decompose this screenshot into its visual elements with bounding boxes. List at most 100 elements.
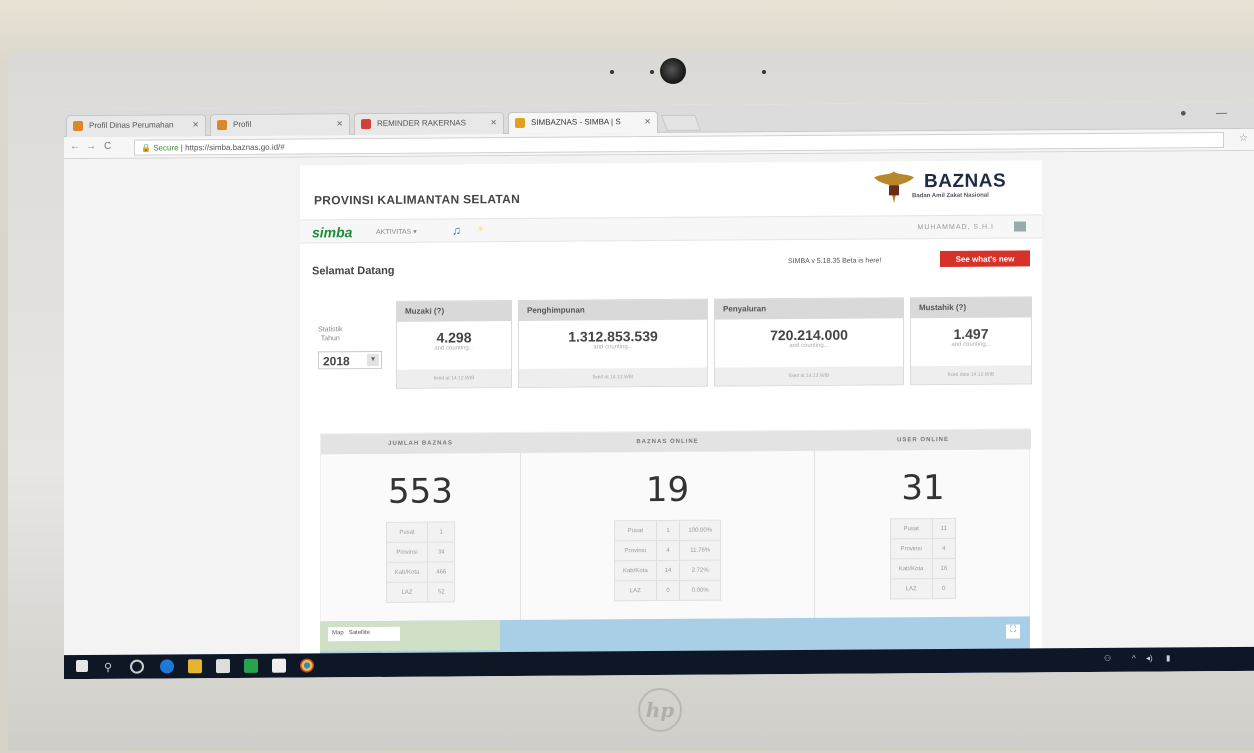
store-icon[interactable] (216, 658, 230, 674)
search-icon[interactable]: ⚲ (104, 661, 112, 674)
map-button[interactable]: Map (332, 630, 344, 636)
back-icon[interactable]: ← (70, 141, 80, 152)
fullscreen-icon[interactable]: ⛶ (1006, 624, 1020, 639)
url-text: https://simba.baznas.go.id/# (185, 142, 285, 153)
user-card-icon[interactable] (1014, 221, 1026, 232)
card-title: Mustahik (?) (911, 297, 1031, 319)
laptop-screen: Profil Dinas Perumahan ✕ Profil ✕ REMIND… (64, 100, 1254, 680)
music-note-icon[interactable]: ♫ (452, 223, 461, 237)
baznas-logo-text: BAZNAS (924, 170, 1007, 193)
volume-icon[interactable]: ◂) (1146, 654, 1153, 663)
table-row: LAZ 52 (386, 581, 455, 603)
webcam (660, 58, 686, 84)
secure-label: Secure (153, 143, 179, 153)
people-icon[interactable]: ⚇ (1104, 654, 1111, 663)
close-icon[interactable]: ✕ (644, 117, 651, 126)
tab-favicon-icon (217, 120, 227, 131)
profile-icon[interactable]: ● (1180, 107, 1187, 119)
lock-icon: 🔒 (141, 143, 151, 153)
map-type-toggle[interactable]: Map Satellite (328, 626, 400, 642)
chevron-down-icon[interactable]: ▾ (367, 353, 379, 367)
network-icon[interactable]: ▮ (1166, 653, 1170, 662)
stat-card-penyaluran: Penyaluran 720.214.000 and counting... f… (714, 297, 904, 387)
table-row: Provinsi 34 (386, 541, 455, 563)
browser-tab[interactable]: Profil ✕ (210, 113, 350, 137)
summary-jumlah-baznas: JUMLAH BAZNAS 553 Pusat 1 Provinsi 34 Kab/… (321, 432, 521, 625)
tab-label: Profil (233, 119, 252, 129)
beta-notice: SIMBA v 5.18.35 Beta is here! (788, 257, 882, 266)
summary-box: JUMLAH BAZNAS 553 Pusat 1 Provinsi 34 Kab/… (320, 428, 1031, 625)
card-title: Penyaluran (715, 298, 903, 320)
welcome-heading: Selamat Datang (312, 264, 395, 278)
summary-table: Pusat 1 100.00% Provinsi 4 11.76% Kab/Kota 14… (614, 520, 721, 602)
menu-bar: simba AKTIVITAS ▾ ♫ ☀ MUHAMMAD, S.H.I (300, 214, 1042, 244)
summary-value: 19 (645, 469, 690, 511)
stat-card-mustahik: Mustahik (?) 1.497 and counting... fixed… (910, 296, 1032, 386)
table-row: Pusat 11 (890, 518, 956, 539)
card-value: 4.298 (436, 329, 472, 346)
card-subtext: and counting... (789, 342, 829, 350)
stat-card-penghimpunan: Penghimpunan 1.312.853.539 and counting.… (518, 298, 708, 388)
windows-start-icon[interactable] (76, 659, 88, 673)
table-row: Pusat 1 100.00% (614, 520, 721, 541)
bookmark-star-icon[interactable]: ☆ (1239, 133, 1248, 144)
user-name[interactable]: MUHAMMAD, S.H.I (918, 224, 994, 232)
card-title: Penghimpunan (519, 299, 707, 321)
table-row: Provinsi 4 11.76% (614, 540, 721, 561)
chrome-icon[interactable] (300, 658, 314, 673)
table-row: LAZ 0 0.00% (614, 580, 721, 601)
card-footer: fixed date 14.12.WIB (911, 365, 1031, 385)
close-icon[interactable]: ✕ (336, 119, 343, 128)
tab-favicon-icon (73, 121, 83, 132)
card-footer: fixed at 14.12.WIB (397, 369, 511, 388)
summary-title: USER ONLINE (815, 429, 1031, 451)
table-row: Kab/Kota 466 (386, 561, 455, 583)
file-explorer-icon[interactable] (188, 659, 202, 674)
mail-icon[interactable] (272, 658, 286, 673)
page-body: PROVINSI KALIMANTAN SELATAN BAZNAS Badan… (64, 150, 1254, 680)
card-value: 1.312.853.539 (568, 328, 658, 345)
simba-logo[interactable]: simba (312, 224, 352, 240)
year-select[interactable]: 2018 ▾ (318, 350, 382, 370)
close-icon[interactable]: ✕ (192, 120, 199, 129)
hp-logo-icon: hp (638, 688, 682, 732)
tab-label: REMINDER RAKERNAS (377, 118, 466, 128)
close-icon[interactable]: ✕ (490, 118, 497, 127)
card-title: Muzaki (?) (397, 301, 511, 322)
card-subtext: and counting... (593, 344, 633, 351)
browser-tab[interactable]: REMINDER RAKERNAS ✕ (354, 112, 504, 136)
province-title: PROVINSI KALIMANTAN SELATAN (314, 191, 521, 208)
satellite-button[interactable]: Satellite (349, 630, 370, 636)
table-row: Kab/Kota 16 (890, 558, 956, 579)
gmail-icon (361, 119, 371, 130)
dashboard-panel: PROVINSI KALIMANTAN SELATAN BAZNAS Badan… (300, 160, 1042, 680)
excel-icon[interactable] (244, 658, 258, 673)
table-row: Pusat 1 (386, 521, 455, 543)
garuda-emblem-icon (874, 171, 914, 204)
tab-label: Profil Dinas Perumahan (89, 120, 174, 130)
summary-user-online: USER ONLINE 31 Pusat 11 Provinsi 4 Kab/Kot… (815, 429, 1031, 621)
light-icon[interactable]: ☀ (476, 224, 485, 235)
stat-card-muzaki: Muzaki (?) 4.298 and counting... fixed a… (396, 300, 512, 389)
reload-icon[interactable]: C (104, 141, 111, 152)
table-row: LAZ 0 (890, 578, 956, 599)
menu-aktivitas[interactable]: AKTIVITAS ▾ (376, 228, 417, 236)
whats-new-button[interactable]: See what's new (940, 250, 1030, 268)
card-subtext: and counting... (951, 341, 991, 348)
task-view-icon[interactable] (130, 659, 144, 674)
sensor-dot (610, 70, 614, 74)
card-value: 1.497 (953, 325, 989, 342)
tab-favicon-icon (515, 117, 525, 129)
edge-icon[interactable] (160, 659, 174, 674)
browser-tab-active[interactable]: SIMBAZNAS - SIMBA | S ✕ (508, 111, 658, 135)
tray-chevron-icon[interactable]: ^ (1132, 654, 1136, 663)
forward-icon[interactable]: → (86, 141, 96, 152)
new-tab-button[interactable] (661, 114, 701, 131)
minimize-icon[interactable]: — (1216, 107, 1227, 119)
card-subtext: and counting... (434, 345, 474, 352)
summary-table: Pusat 1 Provinsi 34 Kab/Kota 466 LAZ 52 (386, 521, 456, 603)
summary-title: JUMLAH BAZNAS (321, 432, 520, 455)
table-row: Kab/Kota 14 2.72% (614, 560, 721, 581)
card-footer: fixed at 14.12.WIB (715, 366, 903, 386)
browser-tab[interactable]: Profil Dinas Perumahan ✕ (66, 114, 206, 138)
